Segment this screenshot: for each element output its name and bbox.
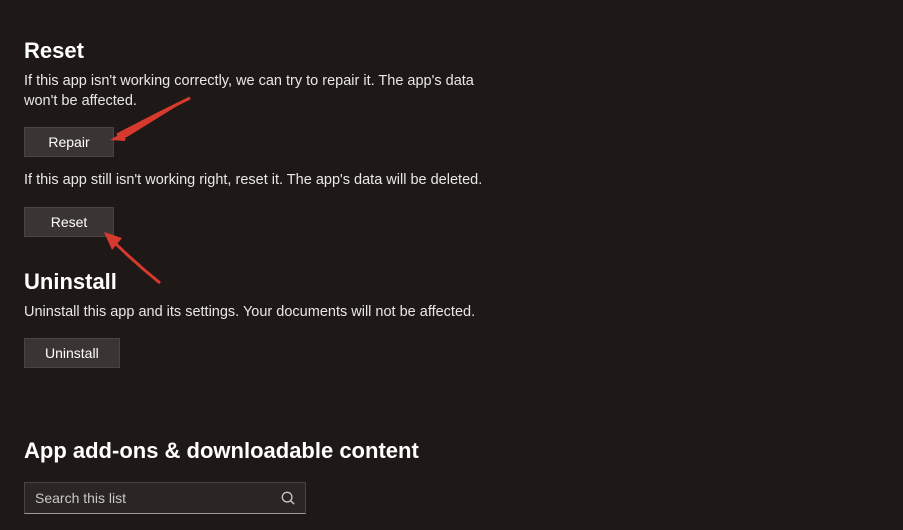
reset-button[interactable]: Reset [24,207,114,237]
search-input[interactable] [35,490,281,506]
uninstall-description: Uninstall this app and its settings. You… [24,303,494,323]
addons-heading: App add-ons & downloadable content [24,438,879,464]
reset-description: If this app still isn't working right, r… [24,171,494,191]
uninstall-button[interactable]: Uninstall [24,338,120,368]
reset-heading: Reset [24,38,879,64]
search-icon [281,491,295,505]
repair-button[interactable]: Repair [24,127,114,157]
uninstall-heading: Uninstall [24,269,879,295]
search-box[interactable] [24,482,306,514]
repair-description: If this app isn't working correctly, we … [24,72,494,111]
